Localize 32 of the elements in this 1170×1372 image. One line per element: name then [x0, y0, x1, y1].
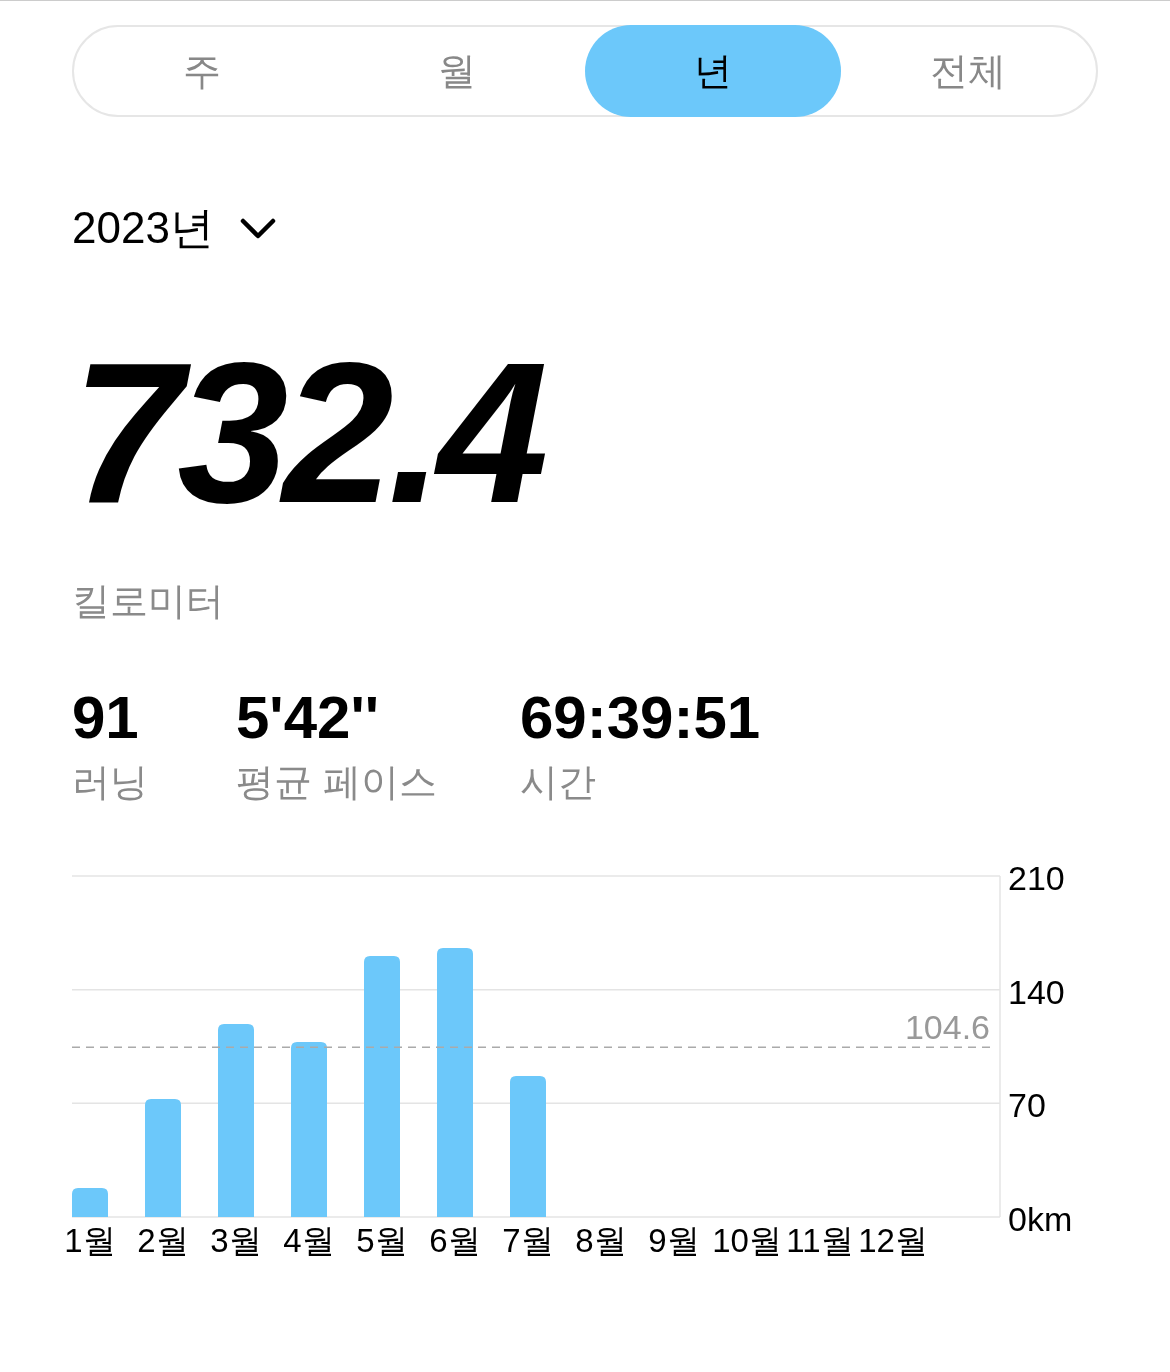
- axis-label: 70: [1008, 1086, 1046, 1125]
- month-label: 9월: [648, 1222, 700, 1259]
- month-label: 4월: [283, 1222, 335, 1259]
- stat-value: 5'42'': [236, 683, 380, 753]
- period-tab[interactable]: 주: [74, 25, 330, 117]
- year-dropdown[interactable]: 2023년: [72, 199, 276, 258]
- month-label: 3월: [210, 1222, 262, 1259]
- month-label: 7월: [502, 1222, 554, 1259]
- stat-value: 69:39:51: [520, 683, 762, 753]
- stat-value: 91: [72, 683, 140, 753]
- month-label: 1월: [64, 1222, 116, 1259]
- month-label: 2월: [137, 1222, 189, 1259]
- axis-label: 210: [1008, 859, 1065, 897]
- stat-label: 시간: [520, 760, 597, 805]
- total-distance: 732.4: [72, 348, 544, 518]
- month-label: 10월: [712, 1222, 782, 1259]
- month-label: 8월: [575, 1222, 627, 1259]
- bar: [72, 1187, 108, 1217]
- axis-label: 140: [1008, 972, 1065, 1011]
- average-label: 104.6: [904, 1008, 990, 1047]
- period-tab[interactable]: 월: [329, 25, 585, 117]
- month-label: 11월: [786, 1222, 854, 1259]
- month-label: 12월: [858, 1222, 928, 1259]
- period-tab[interactable]: 전체: [840, 25, 1096, 117]
- month-label: 5월: [356, 1222, 408, 1259]
- axis-label: 0km: [1008, 1200, 1073, 1238]
- stat-label: 러닝: [72, 760, 149, 805]
- stat-label: 평균 페이스: [236, 760, 438, 805]
- distance-unit: 킬로미터: [72, 579, 225, 624]
- chevron-down-icon: [239, 217, 276, 240]
- month-label: 6월: [429, 1222, 481, 1259]
- period-tab[interactable]: 년: [585, 25, 841, 117]
